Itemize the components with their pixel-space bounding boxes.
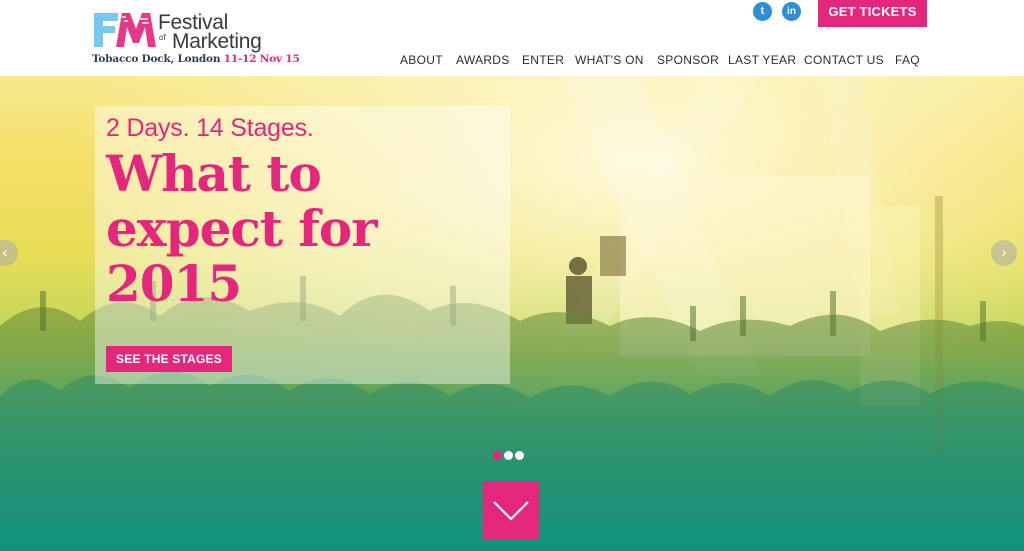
slide-dot[interactable]: [504, 451, 513, 460]
event-dates: 11-12 Nov 15: [223, 53, 300, 65]
hero-slider: 2 Days. 14 Stages. What to expect for 20…: [0, 76, 1024, 551]
slide-dot[interactable]: [515, 451, 524, 460]
slide-dot[interactable]: [493, 451, 502, 460]
chevron-right-icon[interactable]: ›: [991, 240, 1017, 266]
chevron-down-icon: [493, 501, 529, 521]
scroll-down-button[interactable]: [483, 481, 539, 539]
hero-title: What to expect for 2015: [106, 144, 378, 313]
linkedin-icon[interactable]: in: [782, 2, 801, 21]
site-header: Festival of Marketing Tobacco Dock, Lond…: [0, 0, 1024, 76]
fm-logo-mark-icon: [94, 13, 156, 47]
twitter-icon[interactable]: t: [753, 2, 772, 21]
hero-promo-panel: 2 Days. 14 Stages. What to expect for 20…: [95, 106, 510, 384]
see-the-stages-button[interactable]: SEE THE STAGES: [106, 346, 232, 372]
nav-item-about[interactable]: ABOUT: [400, 53, 443, 67]
get-tickets-button[interactable]: GET TICKETS: [818, 0, 927, 27]
nav-item-sponsor[interactable]: SPONSOR: [657, 53, 719, 67]
nav-item-contact-us[interactable]: CONTACT US: [804, 53, 884, 67]
event-location-dates: Tobacco Dock, London 11-12 Nov 15: [92, 53, 300, 65]
nav-item-enter[interactable]: ENTER: [522, 53, 564, 67]
nav-item-awards[interactable]: AWARDS: [456, 53, 510, 67]
logo-wordmark-marketing: Marketing: [172, 30, 262, 53]
event-venue: Tobacco Dock, London: [92, 53, 221, 65]
nav-item-whats-on[interactable]: WHAT'S ON: [575, 53, 644, 67]
hero-subtitle: 2 Days. 14 Stages.: [106, 114, 314, 142]
logo-wordmark-of: of: [159, 33, 166, 42]
nav-item-faq[interactable]: FAQ: [895, 53, 920, 67]
nav-item-last-year[interactable]: LAST YEAR: [728, 53, 796, 67]
festival-logo[interactable]: Festival of Marketing Tobacco Dock, Lond…: [92, 9, 300, 69]
